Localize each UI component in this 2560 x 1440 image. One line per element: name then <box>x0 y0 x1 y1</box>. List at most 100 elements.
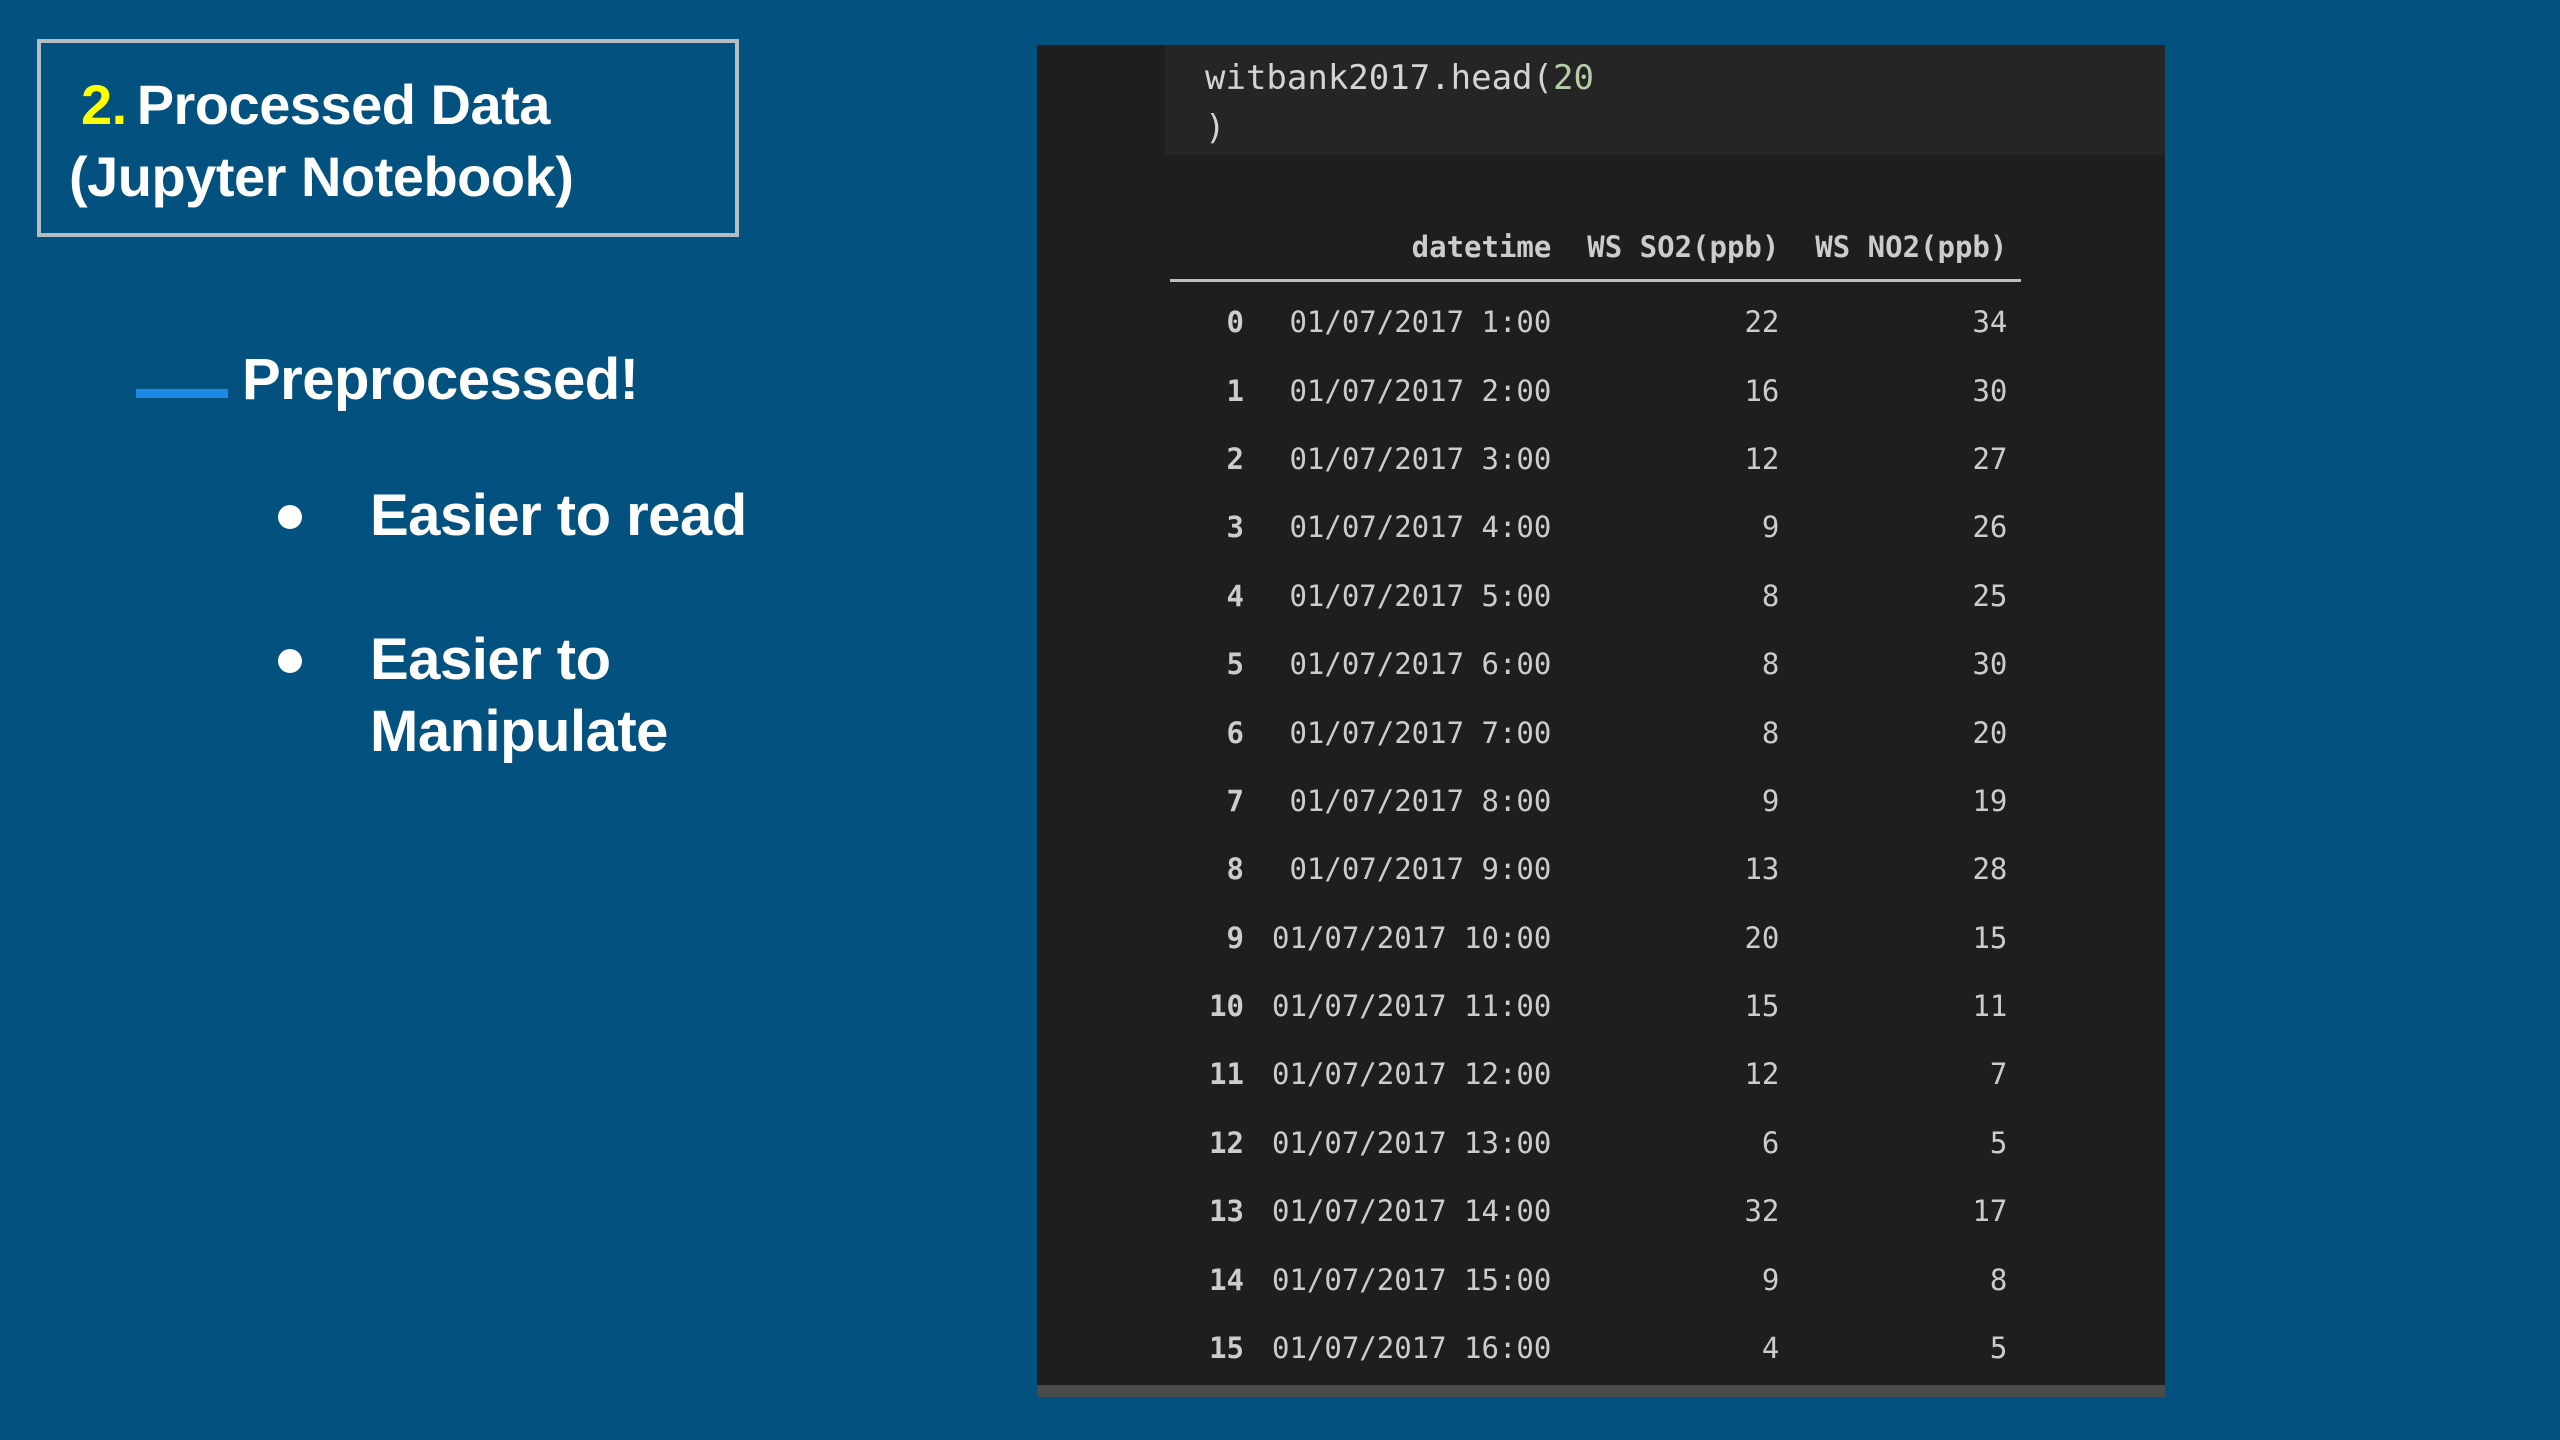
table-cell-datetime: 01/07/2017 5:00 <box>1289 578 1552 613</box>
table-cell-no2: 20 <box>1972 715 2008 750</box>
table-cell-index: 15 <box>1209 1331 1244 1366</box>
table-cell-so2: 15 <box>1744 989 1780 1024</box>
code-cell[interactable]: witbank2017.head(20 ) <box>1165 45 2165 155</box>
table-row: 6 01/07/2017 7:00 8 20 <box>1170 698 2021 766</box>
table-cell-index: 1 <box>1226 373 1244 408</box>
table-cell-index: 3 <box>1226 510 1244 545</box>
table-cell-no2: 7 <box>1989 1057 2008 1092</box>
table-cell-index: 9 <box>1226 920 1244 955</box>
table-cell-index: 14 <box>1209 1262 1244 1297</box>
table-cell-datetime: 01/07/2017 3:00 <box>1289 441 1552 476</box>
bullet-item: Easier to read <box>270 480 747 552</box>
table-cell-so2: 8 <box>1761 647 1780 682</box>
table-cell-datetime: 01/07/2017 12:00 <box>1272 1057 1552 1092</box>
bullet-dot-icon <box>278 649 302 673</box>
table-cell-no2: 15 <box>1972 920 2008 955</box>
bullet-text: Easier to Manipulate <box>370 627 668 764</box>
table-row: 5 01/07/2017 6:00 8 30 <box>1170 630 2021 698</box>
slide-title-box: 2. Processed Data (Jupyter Notebook) <box>37 39 739 237</box>
horizontal-scrollbar[interactable] <box>1037 1385 2165 1397</box>
table-row: 12 01/07/2017 13:00 6 5 <box>1170 1109 2021 1177</box>
table-header-datetime: datetime <box>1258 215 1566 282</box>
table-cell-datetime: 01/07/2017 8:00 <box>1289 783 1552 818</box>
table-row: 9 01/07/2017 10:00 20 15 <box>1170 904 2021 972</box>
table-row: 11 01/07/2017 12:00 12 7 <box>1170 1040 2021 1108</box>
table-cell-datetime: 01/07/2017 4:00 <box>1289 510 1552 545</box>
table-cell-datetime: 01/07/2017 16:00 <box>1272 1331 1552 1366</box>
table-cell-index: 5 <box>1226 647 1244 682</box>
table-cell-so2: 8 <box>1761 578 1780 613</box>
table-cell-datetime: 01/07/2017 14:00 <box>1272 1194 1552 1229</box>
slide-title-number: 2. <box>81 73 127 136</box>
table-cell-no2: 34 <box>1972 305 2008 340</box>
table-cell-no2: 25 <box>1972 578 2008 613</box>
table-row: 13 01/07/2017 14:00 32 17 <box>1170 1177 2021 1245</box>
table-cell-so2: 9 <box>1761 510 1780 545</box>
table-header-so2: WS SO2(ppb) <box>1565 215 1794 282</box>
table-cell-no2: 26 <box>1972 510 2008 545</box>
table-cell-datetime: 01/07/2017 6:00 <box>1289 647 1552 682</box>
table-cell-no2: 19 <box>1972 783 2008 818</box>
table-cell-so2: 8 <box>1761 715 1780 750</box>
table-cell-index: 7 <box>1226 783 1244 818</box>
table-cell-index: 0 <box>1226 305 1244 340</box>
table-cell-no2: 5 <box>1989 1331 2008 1366</box>
table-row: 10 01/07/2017 11:00 15 11 <box>1170 972 2021 1040</box>
table-cell-datetime: 01/07/2017 9:00 <box>1289 852 1552 887</box>
table-cell-so2: 12 <box>1744 1057 1780 1092</box>
code-suffix: ) <box>1205 108 1226 148</box>
table-cell-index: 12 <box>1209 1125 1244 1160</box>
bullet-text: Easier to read <box>370 483 747 548</box>
bullet-item: Easier to Manipulate <box>270 624 747 768</box>
code-text[interactable]: witbank2017.head(20 ) <box>1205 53 1594 153</box>
table-cell-no2: 30 <box>1972 647 2008 682</box>
table-cell-so2: 32 <box>1744 1194 1780 1229</box>
table-cell-index: 8 <box>1226 852 1244 887</box>
table-cell-so2: 16 <box>1744 373 1780 408</box>
table-cell-no2: 27 <box>1972 441 2008 476</box>
table-row: 3 01/07/2017 4:00 9 26 <box>1170 493 2021 561</box>
table-row: 2 01/07/2017 3:00 12 27 <box>1170 425 2021 493</box>
table-cell-no2: 11 <box>1972 989 2008 1024</box>
table-cell-datetime: 01/07/2017 10:00 <box>1272 920 1552 955</box>
table-row: 7 01/07/2017 8:00 9 19 <box>1170 767 2021 835</box>
table-cell-index: 11 <box>1209 1057 1244 1092</box>
table-cell-no2: 30 <box>1972 373 2008 408</box>
subheading-dash-decoration <box>136 389 228 398</box>
table-cell-datetime: 01/07/2017 11:00 <box>1272 989 1552 1024</box>
table-cell-datetime: 01/07/2017 13:00 <box>1272 1125 1552 1160</box>
table-cell-index: 10 <box>1209 989 1244 1024</box>
bullet-text-line2: Manipulate <box>370 699 668 764</box>
table-cell-so2: 9 <box>1761 783 1780 818</box>
table-row: 0 01/07/2017 1:00 22 34 <box>1170 281 2021 357</box>
bullet-dot-icon <box>278 505 302 529</box>
slide-title-line1: 2. Processed Data <box>81 69 735 141</box>
table-cell-so2: 22 <box>1744 305 1780 340</box>
table-cell-datetime: 01/07/2017 2:00 <box>1289 373 1552 408</box>
table-cell-index: 13 <box>1209 1194 1244 1229</box>
code-prefix: witbank2017.head( <box>1205 58 1553 98</box>
table-header-no2: WS NO2(ppb) <box>1793 215 2022 282</box>
table-body: 0 01/07/2017 1:00 22 34 1 01/07/2017 2:00 16 30… <box>1170 281 2021 1383</box>
code-argument: 20 <box>1553 58 1594 98</box>
table-cell-index: 4 <box>1226 578 1244 613</box>
table-cell-no2: 17 <box>1972 1194 2008 1229</box>
table-cell-so2: 9 <box>1761 1262 1780 1297</box>
table-cell-index: 6 <box>1226 715 1244 750</box>
table-cell-so2: 6 <box>1761 1125 1780 1160</box>
bullet-list: Easier to read Easier to Manipulate <box>270 480 747 840</box>
table-row: 14 01/07/2017 15:00 9 8 <box>1170 1245 2021 1313</box>
table-cell-datetime: 01/07/2017 7:00 <box>1289 715 1552 750</box>
table-row: 8 01/07/2017 9:00 13 28 <box>1170 835 2021 903</box>
table-cell-so2: 12 <box>1744 441 1780 476</box>
subheading-text: Preprocessed! <box>242 347 639 412</box>
table-cell-datetime: 01/07/2017 15:00 <box>1272 1262 1552 1297</box>
table-cell-so2: 4 <box>1761 1331 1780 1366</box>
table-cell-datetime: 01/07/2017 1:00 <box>1289 305 1552 340</box>
table-header-row: datetime WS SO2(ppb) WS NO2(ppb) <box>1170 215 2022 282</box>
jupyter-notebook-panel: witbank2017.head(20 ) datetime WS SO2(pp… <box>1037 45 2165 1397</box>
table-row: 1 01/07/2017 2:00 16 30 <box>1170 356 2021 424</box>
table-cell-so2: 13 <box>1744 852 1780 887</box>
table-header-index <box>1170 215 1258 282</box>
slide-title-line2: (Jupyter Notebook) <box>69 145 574 208</box>
